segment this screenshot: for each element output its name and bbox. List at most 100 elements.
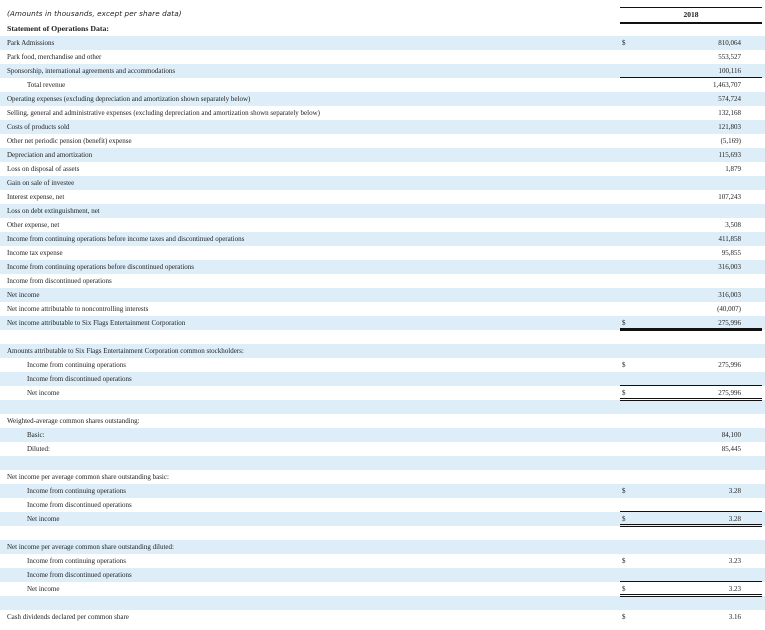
table-row bbox=[0, 596, 765, 610]
table-row: Gain on sale of investee bbox=[0, 176, 765, 190]
row-label: Income tax expense bbox=[7, 249, 63, 257]
row-label: Income from continuing operations before… bbox=[7, 263, 195, 271]
table-row: Net income per average common share outs… bbox=[0, 470, 765, 484]
row-label: Net income bbox=[27, 585, 60, 593]
row-label: Gain on sale of investee bbox=[7, 179, 75, 187]
row-label: Total revenue bbox=[27, 81, 66, 89]
table-row: Other expense, net 3,508 bbox=[0, 218, 765, 232]
table-row: Income tax expense 95,855 bbox=[0, 246, 765, 260]
row-value: 275,996 bbox=[718, 361, 741, 369]
row-value: 107,243 bbox=[718, 193, 741, 201]
row-label: Income from continuing operations bbox=[27, 557, 126, 565]
row-label: Net income per average common share outs… bbox=[7, 473, 169, 481]
table-row: Loss on debt extinguishment, net bbox=[0, 204, 765, 218]
table-row: Net income 316,003 bbox=[0, 288, 765, 302]
row-value: 553,527 bbox=[718, 53, 741, 61]
row-label: Amounts attributable to Six Flags Entert… bbox=[7, 347, 244, 355]
table-row: Amounts attributable to Six Flags Entert… bbox=[0, 344, 765, 358]
table-row: Operating expenses (excluding depreciati… bbox=[0, 92, 765, 106]
table-row: Income from continuing operations before… bbox=[0, 260, 765, 274]
table-row: Costs of products sold 121,803 bbox=[0, 120, 765, 134]
row-label: Income from discontinued operations bbox=[27, 501, 132, 509]
row-value: 3.28 bbox=[728, 515, 741, 523]
table-row: Loss on disposal of assets 1,879 bbox=[0, 162, 765, 176]
row-value: 3.23 bbox=[728, 557, 741, 565]
row-label: Other net periodic pension (benefit) exp… bbox=[7, 137, 132, 145]
row-value: 411,858 bbox=[718, 235, 742, 243]
row-label: Net income bbox=[7, 291, 40, 299]
row-label: Loss on debt extinguishment, net bbox=[7, 207, 100, 215]
double-total-rule bbox=[620, 524, 762, 527]
double-total-rule bbox=[620, 328, 762, 331]
row-label: Sponsorship, international agreements an… bbox=[7, 67, 176, 75]
row-label: Net income bbox=[27, 515, 60, 523]
currency-symbol: $ bbox=[622, 515, 626, 523]
table-row: Depreciation and amortization 115,693 bbox=[0, 148, 765, 162]
currency-symbol: $ bbox=[622, 557, 626, 565]
table-row: Basic: 84,100 bbox=[0, 428, 765, 442]
currency-symbol: $ bbox=[622, 361, 626, 369]
row-label: Diluted: bbox=[27, 445, 50, 453]
row-value: 3.28 bbox=[728, 487, 741, 495]
table-row: Sponsorship, international agreements an… bbox=[0, 64, 765, 78]
table-row: Net income per average common share outs… bbox=[0, 540, 765, 554]
table-row bbox=[0, 400, 765, 414]
table-row: Park food, merchandise and other 553,527 bbox=[0, 50, 765, 64]
row-label: Park food, merchandise and other bbox=[7, 53, 102, 61]
table-row: Park Admissions $810,064 bbox=[0, 36, 765, 50]
table-row: Income from discontinued operations bbox=[0, 498, 765, 512]
row-value: 1,879 bbox=[725, 165, 741, 173]
row-value: 100,116 bbox=[718, 67, 742, 75]
table-row: Income from continuing operations $3.28 bbox=[0, 484, 765, 498]
currency-symbol: $ bbox=[622, 487, 626, 495]
row-label: Income from discontinued operations bbox=[7, 277, 112, 285]
currency-symbol: $ bbox=[622, 319, 626, 327]
row-value: 115,693 bbox=[718, 151, 742, 159]
table-row: Cash dividends declared per common share… bbox=[0, 610, 765, 624]
table-row: Income from continuing operations $3.23 bbox=[0, 554, 765, 568]
row-value: 84,100 bbox=[721, 431, 741, 439]
table-row: Income from continuing operations $275,99… bbox=[0, 358, 765, 372]
total-rule bbox=[620, 77, 762, 78]
currency-symbol: $ bbox=[622, 389, 626, 397]
row-value: 85,445 bbox=[721, 445, 741, 453]
table-row bbox=[0, 526, 765, 540]
row-label: Loss on disposal of assets bbox=[7, 165, 80, 173]
year-column-header: 2018 bbox=[683, 10, 699, 19]
total-rule bbox=[620, 581, 762, 582]
table-row: Income from discontinued operations bbox=[0, 372, 765, 386]
currency-symbol: $ bbox=[622, 39, 626, 47]
row-label: Other expense, net bbox=[7, 221, 60, 229]
table-row bbox=[0, 456, 765, 470]
double-total-rule bbox=[620, 398, 762, 401]
row-label: Income from continuing operations bbox=[27, 487, 126, 495]
table-row: Net income attributable to noncontrollin… bbox=[0, 302, 765, 316]
total-rule bbox=[620, 385, 762, 386]
table-row: Diluted: 85,445 bbox=[0, 442, 765, 456]
row-label: Income from continuing operations bbox=[27, 361, 126, 369]
table-row bbox=[0, 330, 765, 344]
row-label: Interest expense, net bbox=[7, 193, 65, 201]
row-value: 3.16 bbox=[728, 613, 741, 621]
row-value: (40,007) bbox=[717, 305, 741, 313]
row-label: Income from continuing operations before… bbox=[7, 235, 245, 243]
table-row: Weighted-average common shares outstandi… bbox=[0, 414, 765, 428]
row-value: 316,003 bbox=[718, 291, 741, 299]
table-row: Selling, general and administrative expe… bbox=[0, 106, 765, 120]
row-label: Net income bbox=[27, 389, 60, 397]
table-row: Total revenue 1,463,707 bbox=[0, 78, 765, 92]
row-label: Income from discontinued operations bbox=[27, 571, 132, 579]
section-title: Statement of Operations Data: bbox=[7, 24, 109, 33]
table-row: Income from continuing operations before… bbox=[0, 232, 765, 246]
row-value: 1,463,707 bbox=[713, 81, 741, 89]
table-row: Interest expense, net 107,243 bbox=[0, 190, 765, 204]
row-value: 810,064 bbox=[718, 39, 741, 47]
row-value: 275,996 bbox=[718, 319, 741, 327]
currency-symbol: $ bbox=[622, 585, 626, 593]
row-label: Cash dividends declared per common share bbox=[7, 613, 129, 621]
row-value: 316,003 bbox=[718, 263, 741, 271]
total-rule bbox=[620, 511, 762, 512]
row-label: Income from discontinued operations bbox=[27, 375, 132, 383]
row-value: 121,803 bbox=[718, 123, 741, 131]
currency-symbol: $ bbox=[622, 613, 626, 621]
